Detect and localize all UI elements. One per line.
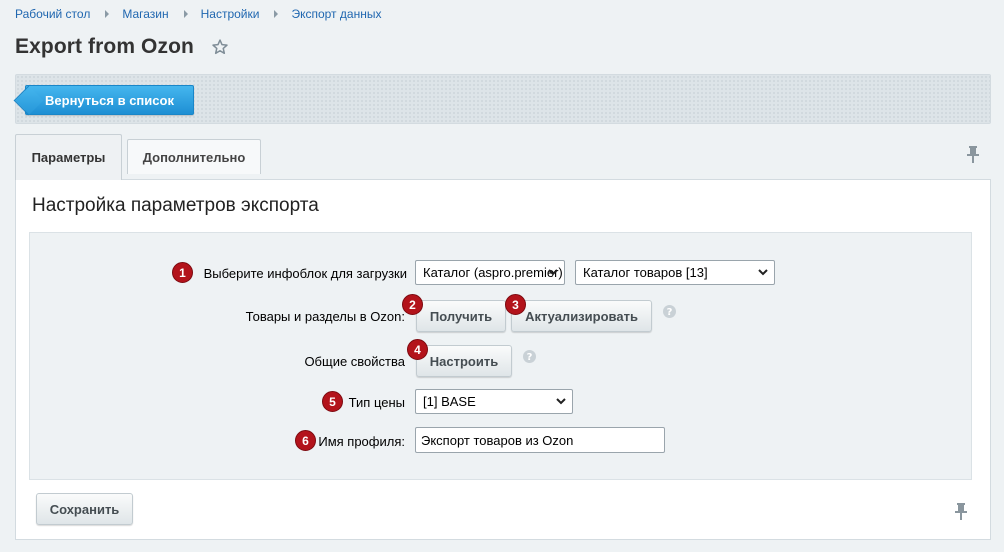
- pin-icon[interactable]: [966, 145, 980, 163]
- breadcrumb-separator-icon: [274, 10, 279, 18]
- step-badge-3: 3: [505, 294, 526, 315]
- step-badge-6: 6: [295, 430, 316, 451]
- tab-parameters[interactable]: Параметры: [15, 134, 122, 180]
- form-area: 1 Выберите инфоблок для загрузки Каталог…: [29, 232, 972, 480]
- price-type-select[interactable]: [1] BASE: [415, 389, 573, 414]
- tab-additional[interactable]: Дополнительно: [127, 139, 261, 174]
- page-title: Export from Ozon: [15, 35, 194, 58]
- iblock-type-select[interactable]: Каталог (aspro.premier): [415, 260, 565, 285]
- breadcrumb-item-desktop[interactable]: Рабочий стол: [15, 7, 90, 21]
- price-type-label: Тип цены: [348, 394, 405, 410]
- breadcrumb: Рабочий стол Магазин Настройки Экспорт д…: [15, 7, 381, 21]
- price-type-value: [1] BASE: [423, 394, 476, 409]
- iblock-label: Выберите инфоблок для загрузки: [203, 265, 407, 281]
- toolbar: Вернуться в список: [15, 74, 991, 124]
- help-icon[interactable]: ?: [663, 305, 676, 318]
- row-products: Товары и разделы в Ozon: Получить Актуал…: [30, 294, 971, 332]
- iblock-value: Каталог товаров [13]: [583, 265, 708, 280]
- breadcrumb-item-settings[interactable]: Настройки: [201, 7, 260, 21]
- configure-button[interactable]: Настроить: [416, 345, 512, 377]
- section-title: Настройка параметров экспорта: [32, 195, 319, 216]
- title-row: Export from Ozon: [15, 35, 229, 59]
- chevron-down-icon: [548, 269, 558, 276]
- step-badge-1: 1: [172, 262, 193, 283]
- chevron-down-icon: [758, 269, 768, 276]
- step-badge-4: 4: [407, 339, 428, 360]
- star-icon[interactable]: [211, 38, 229, 56]
- svg-text:?: ?: [667, 307, 673, 318]
- row-price: 5 Тип цены [1] BASE: [30, 389, 971, 419]
- back-to-list-button[interactable]: Вернуться в список: [25, 85, 194, 115]
- products-label: Товары и разделы в Ozon:: [245, 308, 405, 324]
- breadcrumb-item-export[interactable]: Экспорт данных: [291, 7, 381, 21]
- chevron-down-icon: [556, 398, 566, 405]
- breadcrumb-separator-icon: [105, 10, 110, 18]
- update-button[interactable]: Актуализировать: [511, 300, 652, 332]
- iblock-select[interactable]: Каталог товаров [13]: [575, 260, 775, 285]
- common-label: Общие свойства: [304, 353, 405, 369]
- pin-icon[interactable]: [954, 502, 968, 520]
- step-badge-2: 2: [402, 294, 423, 315]
- svg-text:?: ?: [527, 352, 533, 363]
- profile-name-label: Имя профиля:: [318, 433, 405, 449]
- profile-name-input[interactable]: [415, 427, 665, 453]
- step-badge-5: 5: [322, 391, 343, 412]
- save-button[interactable]: Сохранить: [36, 493, 133, 525]
- breadcrumb-separator-icon: [183, 10, 188, 18]
- row-profile: 6 Имя профиля:: [30, 427, 971, 457]
- row-common: Общие свойства Настроить 4 ?: [30, 339, 971, 377]
- main-panel: Настройка параметров экспорта 1 Выберите…: [15, 179, 991, 540]
- help-icon[interactable]: ?: [523, 350, 536, 363]
- get-button[interactable]: Получить: [416, 300, 506, 332]
- iblock-type-value: Каталог (aspro.premier): [423, 265, 563, 280]
- row-iblock: 1 Выберите инфоблок для загрузки Каталог…: [30, 260, 971, 290]
- breadcrumb-item-shop[interactable]: Магазин: [122, 7, 168, 21]
